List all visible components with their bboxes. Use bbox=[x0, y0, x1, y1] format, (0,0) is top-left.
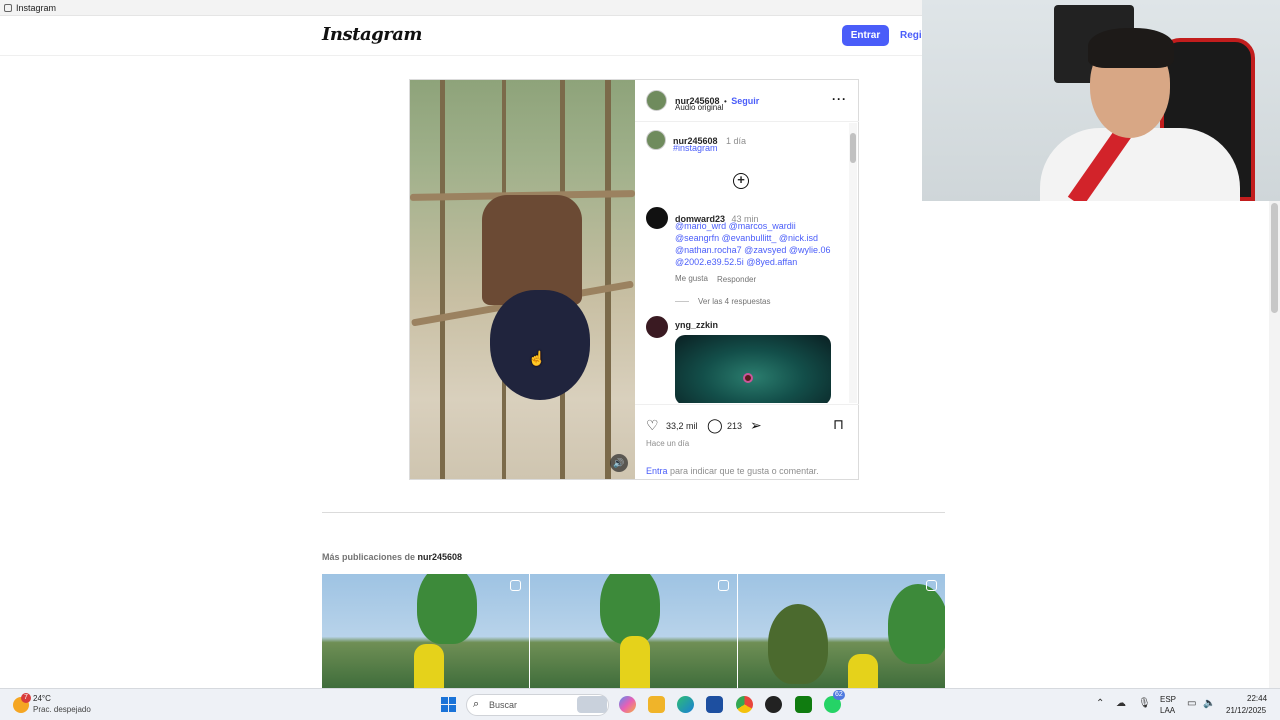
search-highlight-icon[interactable] bbox=[577, 696, 607, 713]
copilot-icon[interactable] bbox=[619, 696, 636, 713]
edge-icon[interactable] bbox=[677, 696, 694, 713]
comments-panel[interactable]: nur245608 1 día #instagram + domward23 4… bbox=[635, 123, 859, 403]
post-thumbnail[interactable] bbox=[322, 574, 529, 688]
comment-avatar[interactable] bbox=[646, 207, 668, 229]
weather-temperature[interactable]: 24°C bbox=[33, 694, 51, 703]
app-icon bbox=[4, 4, 12, 12]
heart-icon[interactable]: ♡ bbox=[646, 418, 659, 432]
reel-icon bbox=[510, 580, 521, 591]
separator-dot: • bbox=[723, 97, 727, 106]
caption-avatar[interactable] bbox=[646, 130, 666, 150]
bamboo-stalk bbox=[440, 80, 445, 479]
likes-count[interactable]: 33,2 mil bbox=[666, 421, 698, 431]
more-posts-grid bbox=[322, 574, 945, 688]
volume-icon[interactable]: 🔊 bbox=[610, 454, 628, 472]
post-header: nur245608 • Seguir Audio original ··· bbox=[635, 80, 859, 122]
author-avatar[interactable] bbox=[646, 90, 667, 111]
whatsapp-badge: 62 bbox=[833, 690, 845, 700]
clock-date[interactable]: 21/12/2025 bbox=[1226, 706, 1266, 715]
comments-count: 213 bbox=[727, 421, 743, 431]
weather-badge: 7 bbox=[21, 693, 31, 703]
follow-button[interactable]: Seguir bbox=[731, 96, 759, 106]
person-body bbox=[490, 290, 590, 400]
audio-label[interactable]: Audio original bbox=[675, 103, 723, 112]
comment-mentions-line[interactable]: @mario_wrd @marcos_wardii bbox=[675, 221, 796, 231]
chrome-icon[interactable] bbox=[736, 696, 753, 713]
share-icon[interactable]: ➢ bbox=[750, 418, 762, 432]
person-hair bbox=[1088, 28, 1174, 68]
display-icon[interactable]: ▭ bbox=[1187, 698, 1196, 709]
microphone-icon[interactable]: 🎙 bbox=[1138, 698, 1151, 709]
section-divider bbox=[322, 512, 945, 513]
comment-icon[interactable]: ◯ bbox=[707, 418, 723, 432]
add-circle-icon[interactable]: + bbox=[733, 173, 749, 189]
comment-reply-button[interactable]: Responder bbox=[717, 275, 756, 284]
instagram-logo[interactable]: Instagram bbox=[322, 24, 422, 45]
search-placeholder: Buscar bbox=[489, 700, 518, 710]
view-replies-button[interactable]: Ver las 4 respuestas bbox=[698, 297, 770, 306]
post-thumbnail[interactable] bbox=[530, 574, 737, 688]
window-title: Instagram bbox=[16, 3, 57, 13]
comment-mentions-line[interactable]: @seangrfn @evanbullitt_ @nick.isd bbox=[675, 233, 818, 243]
comments-scrollbar[interactable] bbox=[849, 123, 857, 403]
comment-username[interactable]: yng_zzkin bbox=[675, 320, 718, 330]
post-actions: ♡ 33,2 mil ◯ 213 ➢ ⊓ Hace un día Entra p… bbox=[635, 404, 859, 479]
hand-cursor-icon: ☝ bbox=[528, 350, 546, 366]
chevron-up-icon[interactable]: ⌃ bbox=[1096, 698, 1104, 709]
person-shirt bbox=[1040, 128, 1240, 201]
reel-icon bbox=[926, 580, 937, 591]
language-code[interactable]: ESP bbox=[1160, 695, 1176, 704]
more-posts-prefix: Más publicaciones de bbox=[322, 552, 418, 562]
person-legs bbox=[482, 195, 582, 305]
webcam-overlay bbox=[922, 0, 1280, 201]
more-posts-heading: Más publicaciones de nur245608 bbox=[322, 552, 462, 562]
speaker-icon[interactable]: 🔈 bbox=[1203, 698, 1215, 709]
more-options-icon[interactable]: ··· bbox=[832, 92, 847, 106]
comment-image[interactable] bbox=[675, 335, 831, 403]
login-prompt-text: para indicar que te gusta o comentar. bbox=[667, 466, 819, 476]
reel-icon bbox=[718, 580, 729, 591]
bookmark-icon[interactable]: ⊓ bbox=[833, 417, 844, 431]
replies-divider bbox=[675, 301, 689, 302]
caption-time: 1 día bbox=[725, 136, 747, 146]
taskbar: 7 24°C Prac. despejado ⌕ Buscar 62 ⌃ ☁ 🎙… bbox=[0, 688, 1280, 720]
comment-mentions-line[interactable]: @2002.e39.52.5i @8yed.affan bbox=[675, 257, 797, 267]
start-button[interactable] bbox=[441, 697, 456, 712]
keyboard-layout[interactable]: LAA bbox=[1160, 706, 1175, 715]
post-thumbnail[interactable] bbox=[738, 574, 945, 688]
page-scrollbar[interactable] bbox=[1269, 201, 1280, 688]
caption-hashtag[interactable]: #instagram bbox=[673, 143, 718, 153]
post-video[interactable]: ☝ 🔊 bbox=[410, 80, 635, 479]
xbox-icon[interactable] bbox=[795, 696, 812, 713]
bamboo-stalk bbox=[605, 80, 611, 479]
login-button[interactable]: Entrar bbox=[842, 25, 889, 46]
comment-mentions-line[interactable]: @nathan.rocha7 @zavsyed @wylie.06 bbox=[675, 245, 831, 255]
login-link[interactable]: Entra bbox=[646, 466, 668, 476]
search-icon: ⌕ bbox=[473, 698, 480, 710]
weather-description[interactable]: Prac. despejado bbox=[33, 705, 91, 714]
network-tray-icon[interactable]: ☁ bbox=[1116, 698, 1126, 709]
post-card: ☝ 🔊 nur245608 • Seguir Audio original ··… bbox=[409, 79, 859, 480]
store-icon[interactable] bbox=[706, 696, 723, 713]
post-sidebar: nur245608 • Seguir Audio original ··· nu… bbox=[635, 80, 859, 479]
clock-time[interactable]: 22:44 bbox=[1247, 694, 1267, 703]
file-explorer-icon[interactable] bbox=[648, 696, 665, 713]
more-posts-user[interactable]: nur245608 bbox=[418, 552, 463, 562]
comment-avatar[interactable] bbox=[646, 316, 668, 338]
post-date: Hace un día bbox=[646, 439, 690, 448]
comment-like-button[interactable]: Me gusta bbox=[675, 274, 708, 283]
obs-icon[interactable] bbox=[765, 696, 782, 713]
